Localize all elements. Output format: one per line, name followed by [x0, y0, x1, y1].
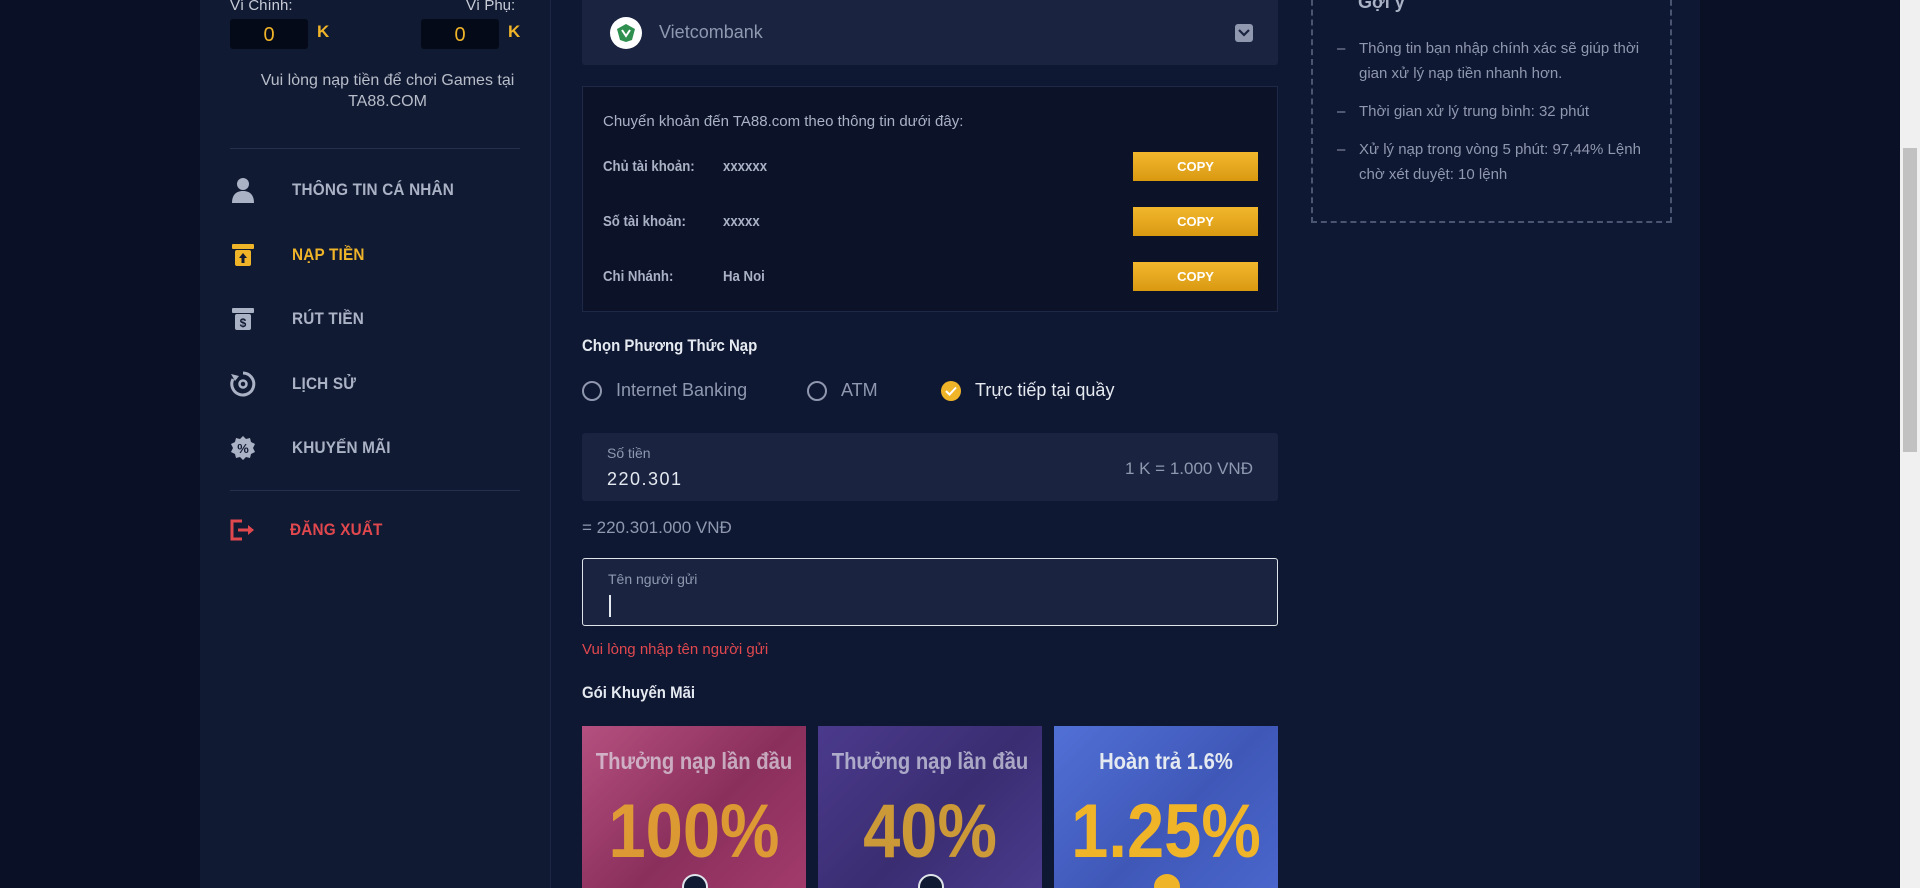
promo-card-first-deposit-100[interactable]: Thưởng nạp lần đầu 100%: [582, 726, 806, 888]
transfer-info-panel: Chuyển khoản đến TA88.com theo thông tin…: [582, 86, 1278, 312]
branch-row: Chi Nhánh: Ha Noi COPY: [603, 262, 1258, 292]
promo-radio-checked[interactable]: [1154, 874, 1180, 888]
method-atm[interactable]: ATM: [807, 380, 878, 401]
amount-input[interactable]: 220.301: [607, 469, 683, 490]
tip-bullet: –: [1337, 141, 1346, 158]
amount-converted: = 220.301.000 VNĐ: [582, 518, 732, 537]
method-label: Internet Banking: [616, 380, 748, 400]
main-wallet-unit: K: [317, 22, 330, 41]
transfer-info-title: Chuyển khoản đến TA88.com theo thông tin…: [603, 113, 964, 130]
promotion-icon: %: [230, 435, 256, 461]
branch-value: Ha Noi: [723, 268, 765, 285]
text-caret: [609, 595, 611, 617]
page-scrollbar[interactable]: [1900, 0, 1920, 888]
amount-field[interactable]: Số tiền 220.301 1 K = 1.000 VNĐ: [582, 433, 1278, 501]
branch-label: Chi Nhánh:: [603, 268, 674, 285]
bank-select[interactable]: Vietcombank: [582, 0, 1278, 65]
method-counter[interactable]: Trực tiếp tại quầy: [941, 380, 1114, 401]
sidebar-divider: [230, 490, 520, 491]
main-wallet-label: Ví Chính:: [230, 0, 293, 14]
radio-checked-icon[interactable]: [941, 380, 961, 401]
promo-title: Thưởng nạp lần đầu: [831, 748, 1029, 774]
deposit-icon: [230, 242, 256, 268]
account-holder-value: xxxxxx: [723, 158, 768, 175]
sender-name-input[interactable]: [608, 593, 1248, 617]
logout-icon: [230, 517, 256, 543]
withdraw-icon: $: [230, 306, 256, 332]
tip-item: – Thông tin bạn nhập chính xác sẽ giúp t…: [1337, 36, 1647, 86]
copy-account-holder-button[interactable]: COPY: [1133, 152, 1258, 181]
tip-item: – Thời gian xử lý trung bình: 32 phút: [1337, 99, 1647, 124]
amount-label: Số tiền: [607, 445, 651, 461]
tips-title: Gợi ý: [1358, 0, 1405, 12]
sidebar-item-deposit[interactable]: NẠP TIỀN: [230, 235, 530, 275]
promo-card-cashback[interactable]: Hoàn trả 1.6% 1.25%: [1054, 726, 1278, 888]
sender-name-field[interactable]: Tên người gửi: [582, 558, 1278, 626]
sub-wallet-label: Ví Phụ:: [466, 0, 516, 14]
chevron-down-icon[interactable]: [1235, 24, 1253, 42]
logout-label: ĐĂNG XUẤT: [290, 520, 383, 539]
tip-bullet: –: [1337, 103, 1346, 120]
promo-radio[interactable]: [682, 874, 708, 888]
svg-text:%: %: [237, 441, 249, 456]
sidebar-item-label: THÔNG TIN CÁ NHÂN: [292, 180, 454, 199]
copy-account-number-button[interactable]: COPY: [1133, 207, 1258, 236]
method-internet-banking[interactable]: Internet Banking: [582, 380, 747, 401]
promo-title: Thưởng nạp lần đầu: [595, 748, 793, 774]
tips-panel: Gợi ý – Thông tin bạn nhập chính xác sẽ …: [1311, 0, 1672, 223]
sidebar-item-promotion[interactable]: % KHUYẾN MÃI: [230, 428, 530, 468]
sidebar-item-label: KHUYẾN MÃI: [292, 438, 391, 457]
sidebar-item-label: LỊCH SỬ: [292, 374, 357, 393]
sidebar-item-withdraw[interactable]: $ RÚT TIỀN: [230, 299, 530, 339]
sidebar: Ví Chính: 0 K Ví Phụ: 0 K Vui lòng nạp t…: [200, 0, 551, 888]
account-holder-label: Chủ tài khoản:: [603, 158, 695, 175]
deposit-notice: Vui lòng nạp tiền để chơi Games tại TA88…: [260, 72, 515, 110]
promo-radio[interactable]: [918, 874, 944, 888]
sidebar-item-label: RÚT TIỀN: [292, 309, 364, 328]
sidebar-item-label: NẠP TIỀN: [292, 245, 365, 264]
promo-card-first-deposit-40[interactable]: Thưởng nạp lần đầu 40%: [818, 726, 1042, 888]
sidebar-divider: [230, 148, 520, 149]
promotions-title: Gói Khuyến Mãi: [582, 683, 696, 702]
sidebar-item-profile[interactable]: THÔNG TIN CÁ NHÂN: [230, 170, 530, 210]
copy-branch-button[interactable]: COPY: [1133, 262, 1258, 291]
bank-name: Vietcombank: [659, 22, 763, 42]
tip-text: Thời gian xử lý trung bình: 32 phút: [1359, 103, 1590, 120]
method-label: ATM: [841, 380, 878, 400]
main-wallet-balance: 0: [230, 19, 308, 49]
account-number-label: Số tài khoản:: [603, 213, 686, 230]
radio-button[interactable]: [582, 380, 602, 401]
promo-title: Hoàn trả 1.6%: [1099, 748, 1233, 774]
method-label: Trực tiếp tại quầy: [975, 380, 1115, 400]
tip-item: – Xử lý nạp trong vòng 5 phút: 97,44% Lệ…: [1337, 137, 1647, 187]
sub-wallet-unit: K: [508, 22, 521, 41]
account-holder-row: Chủ tài khoản: xxxxxx COPY: [603, 152, 1258, 182]
sub-wallet-balance: 0: [421, 19, 499, 49]
tip-bullet: –: [1337, 40, 1346, 57]
sender-name-label: Tên người gửi: [608, 571, 698, 587]
svg-text:$: $: [240, 316, 247, 330]
exchange-rate: 1 K = 1.000 VNĐ: [1124, 459, 1253, 478]
account-number-row: Số tài khoản: xxxxx COPY: [603, 207, 1258, 237]
tip-text: Xử lý nạp trong vòng 5 phút: 97,44% Lệnh…: [1359, 141, 1641, 183]
deposit-method-title: Chọn Phương Thức Nạp: [582, 336, 758, 355]
logout-button[interactable]: ĐĂNG XUẤT: [230, 510, 530, 550]
account-number-value: xxxxx: [723, 213, 760, 230]
sender-name-error: Vui lòng nhập tên người gửi: [582, 641, 769, 658]
scrollbar-thumb[interactable]: [1903, 148, 1917, 452]
promo-value: 100%: [608, 789, 780, 874]
sidebar-item-history[interactable]: LỊCH SỬ: [230, 364, 530, 404]
vietcombank-logo-icon: [610, 17, 642, 49]
user-icon: [230, 177, 256, 203]
tip-text: Thông tin bạn nhập chính xác sẽ giúp thờ…: [1359, 40, 1640, 82]
history-icon: [230, 371, 256, 397]
promo-value: 40%: [863, 789, 997, 874]
radio-button[interactable]: [807, 380, 827, 401]
promo-value: 1.25%: [1071, 789, 1261, 874]
